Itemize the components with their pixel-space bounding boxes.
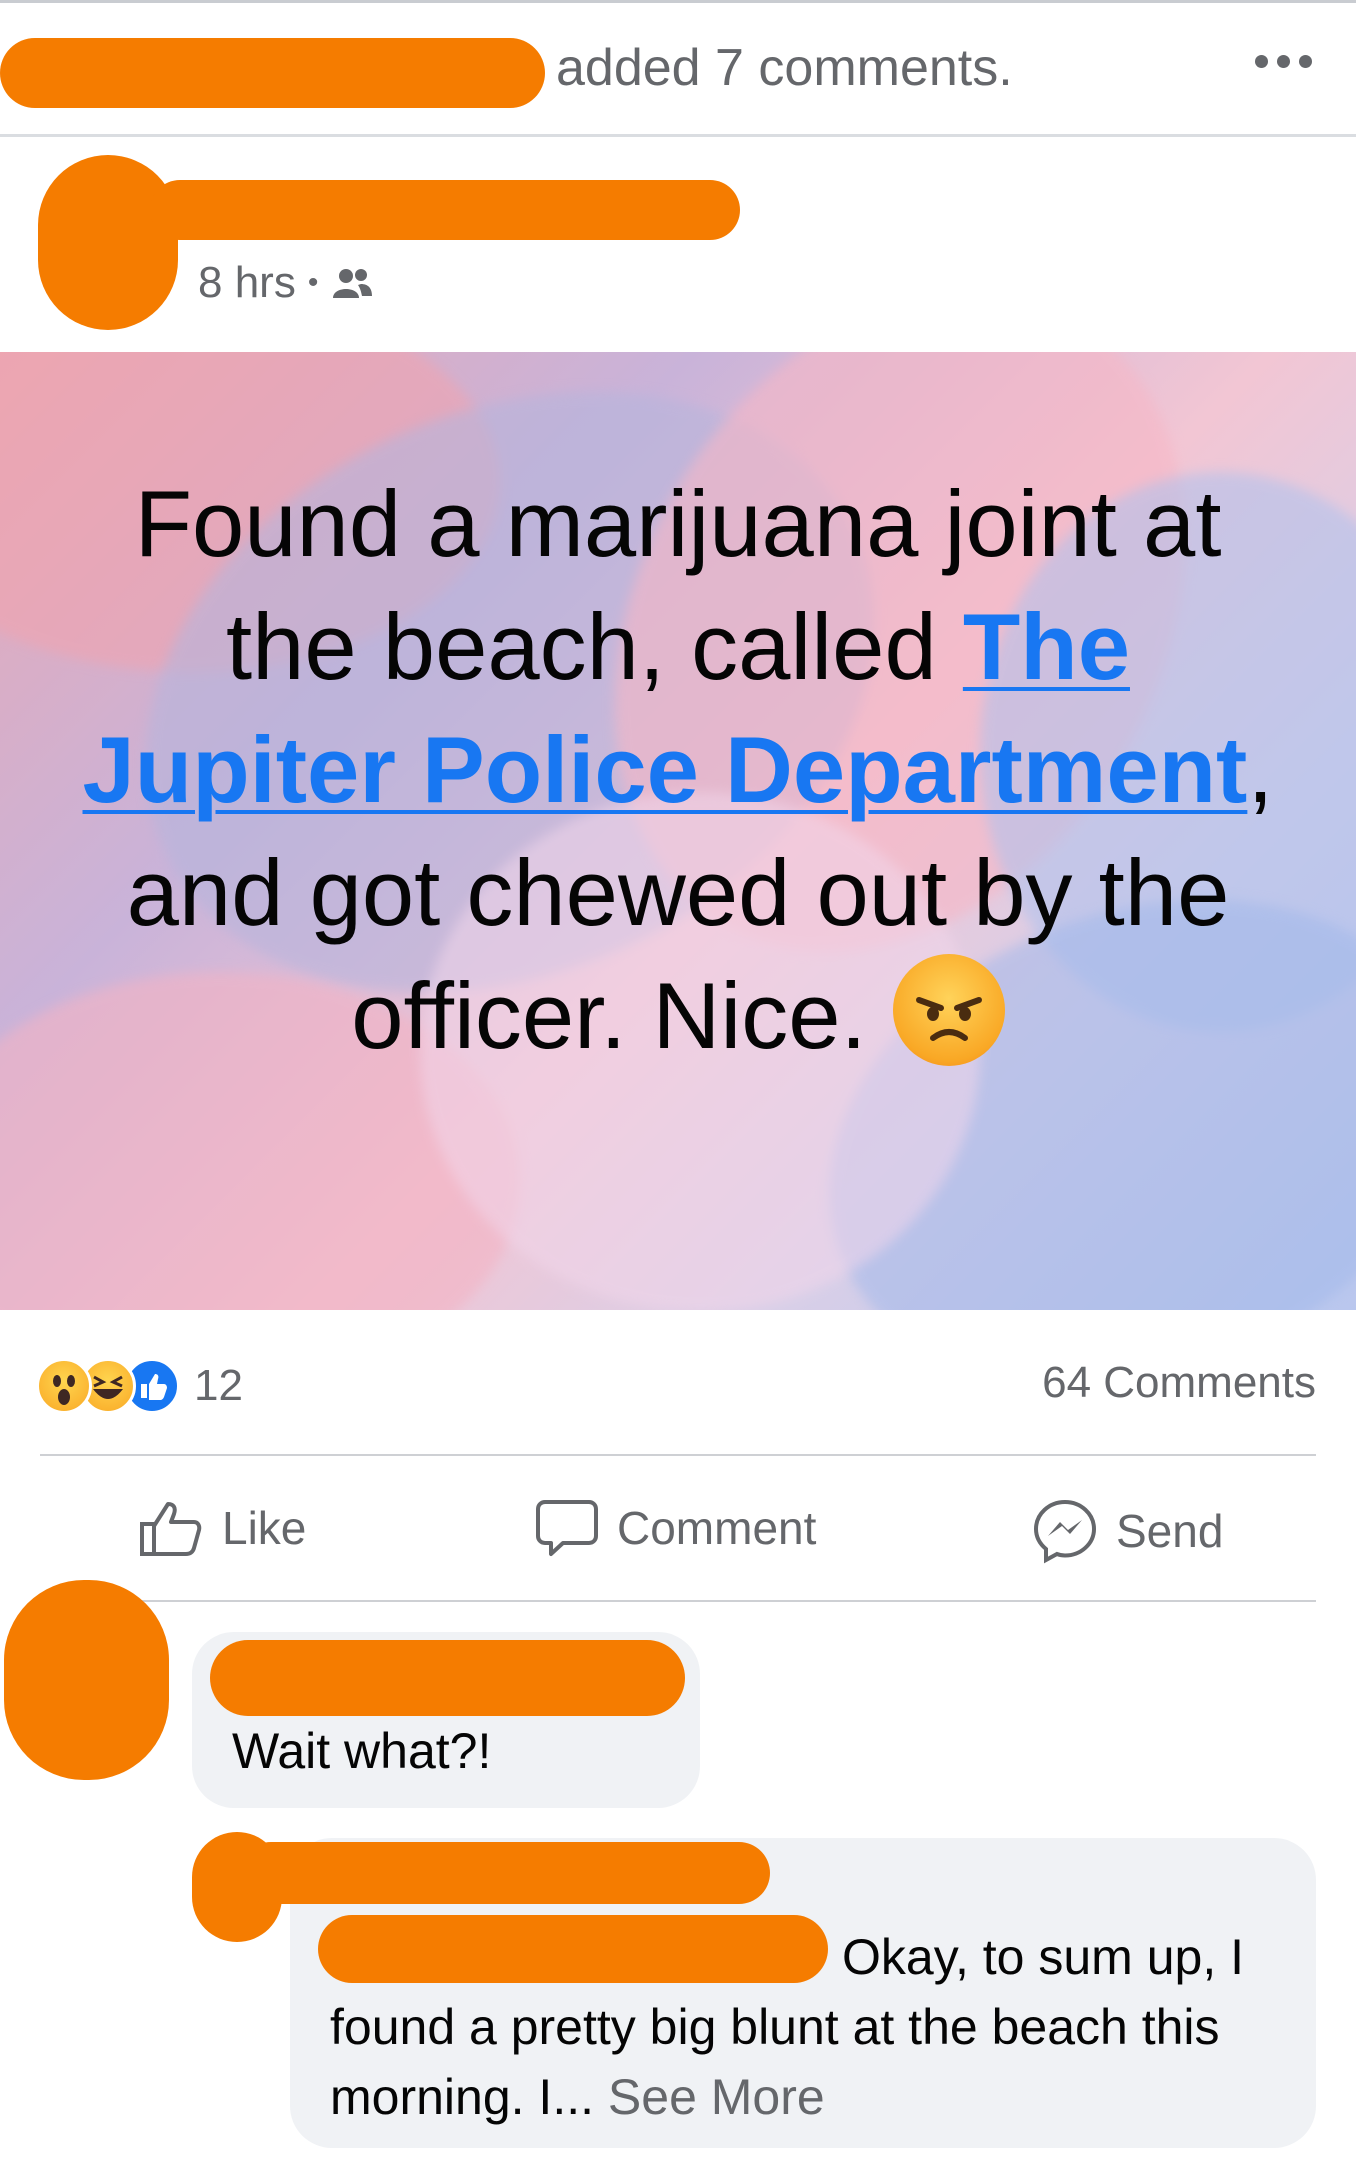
thumbs-up-icon bbox=[140, 1502, 202, 1556]
reaction-count: 12 bbox=[194, 1361, 243, 1410]
like-label: Like bbox=[222, 1502, 307, 1554]
commenter-name-redacted[interactable] bbox=[210, 1640, 685, 1716]
more-options-icon[interactable] bbox=[1255, 55, 1315, 71]
post-meta: 8 hrs • bbox=[198, 258, 374, 308]
reactions-divider bbox=[40, 1454, 1316, 1456]
top-border bbox=[0, 0, 1356, 3]
redacted-author-name[interactable] bbox=[150, 180, 740, 240]
reply-name-redacted[interactable] bbox=[240, 1842, 770, 1904]
send-label: Send bbox=[1116, 1505, 1224, 1557]
redacted-name bbox=[0, 38, 545, 108]
reactions-summary[interactable]: 12 bbox=[36, 1358, 243, 1414]
comment-text: Wait what?! bbox=[232, 1723, 492, 1779]
reply-text: Okay, to sum up, I found a pretty big bl… bbox=[330, 1922, 1290, 2132]
commenter-avatar-redacted[interactable] bbox=[4, 1580, 169, 1780]
like-button[interactable]: Like bbox=[138, 1498, 306, 1558]
angry-face-icon bbox=[892, 954, 1005, 1066]
messenger-icon bbox=[1033, 1499, 1097, 1564]
comment-button[interactable]: Comment bbox=[535, 1498, 816, 1558]
actions-divider bbox=[40, 1600, 1316, 1602]
post-time[interactable]: 8 hrs bbox=[198, 258, 296, 308]
wow-reaction-icon bbox=[36, 1358, 92, 1414]
separator-dot: • bbox=[307, 266, 319, 299]
see-more-link[interactable]: See More bbox=[608, 2069, 825, 2125]
friends-icon bbox=[333, 269, 373, 298]
post-message: Found a marijuana joint at the beach, ca… bbox=[60, 462, 1296, 1077]
post-background: Found a marijuana joint at the beach, ca… bbox=[0, 352, 1356, 1310]
send-button[interactable]: Send bbox=[1032, 1498, 1223, 1564]
comment-bubble-icon bbox=[536, 1500, 598, 1556]
activity-text: added 7 comments. bbox=[556, 39, 1013, 97]
header-divider bbox=[0, 134, 1356, 137]
redacted-avatar[interactable] bbox=[38, 155, 178, 330]
comment-label: Comment bbox=[617, 1502, 817, 1554]
comments-count-link[interactable]: 64 Comments bbox=[1042, 1358, 1316, 1408]
